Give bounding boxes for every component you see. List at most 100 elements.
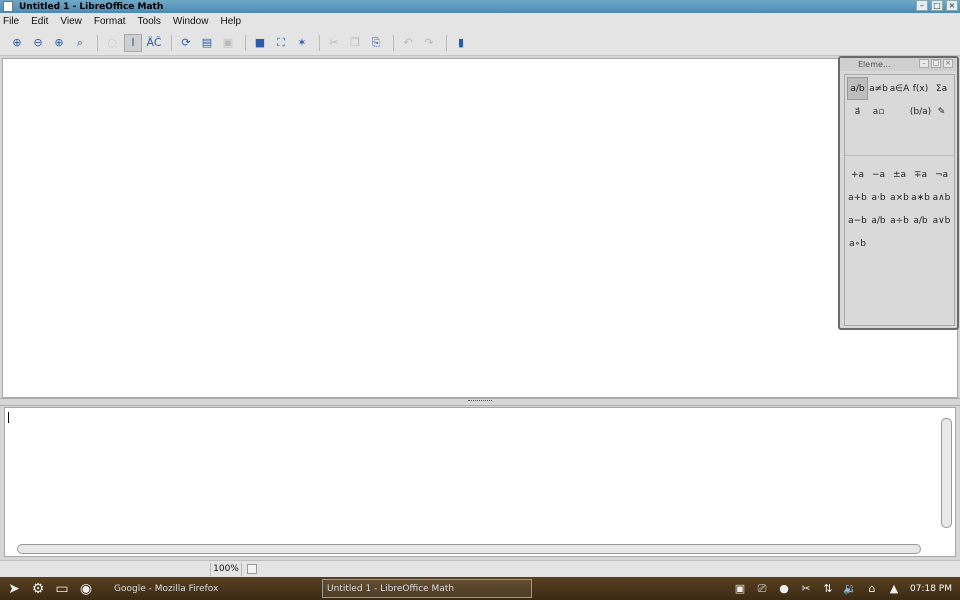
splitter[interactable] [0,398,960,406]
menu-edit[interactable]: Edit [31,16,48,27]
elements-window-controls: – □ × [919,59,953,68]
copy-icon[interactable]: ❐ [346,34,364,52]
status-green-icon[interactable]: ● [776,581,792,597]
help-icon[interactable]: ▮ [452,34,470,52]
paste-icon[interactable]: ⎘ [367,34,385,52]
document-icon [3,1,13,12]
element-category[interactable]: f(x) [910,77,931,100]
element-category[interactable]: a/b [847,77,868,100]
menu-bar: File Edit View Format Tools Window Help [0,13,960,30]
terminal-icon[interactable]: ▣ [732,581,748,597]
update-icon[interactable]: ◌ [103,34,121,52]
undo-icon[interactable]: ↶ [399,34,417,52]
window-title: Untitled 1 - LibreOffice Math [19,1,164,12]
elements-maximize-button[interactable]: □ [931,59,941,68]
elements-divider [845,155,954,156]
commands-window[interactable] [4,407,956,557]
element-symbol[interactable]: +a [847,163,868,186]
element-category[interactable]: ✎ [931,100,952,123]
horizontal-scrollbar[interactable] [17,544,921,554]
taskbar-task-firefox[interactable]: Google - Mozilla Firefox [110,579,310,598]
element-symbol[interactable]: a+b [847,186,868,209]
elements-minimize-button[interactable]: – [919,59,929,68]
elements-panel: Eleme... – □ × a/b a≠b a∈A f(x) Σa a⃗ a▫ (b/a) ✎… [838,56,959,330]
vertical-scrollbar[interactable] [941,418,952,528]
element-category[interactable]: a⃗ [847,100,868,123]
print-icon[interactable]: ▤ [198,34,216,52]
element-symbol[interactable]: a∧b [931,186,952,209]
element-category[interactable]: a▫ [868,100,889,123]
element-symbol[interactable]: a×b [889,186,910,209]
export-pdf-icon[interactable]: ⛶ [272,34,290,52]
symbol-grid: +a −a ±a ∓a ¬a a+b a·b a×b a∗b a∧b a−b a/b a÷b a/b a∨b… [847,163,954,255]
clipboard-icon[interactable]: ✂ [798,581,814,597]
menu-format[interactable]: Format [94,16,126,27]
element-symbol[interactable]: ¬a [931,163,952,186]
settings-gear-icon[interactable]: ⚙ [28,579,48,599]
formula-cursor-icon[interactable]: I [124,33,142,52]
element-symbol[interactable]: a/b [868,209,889,232]
redo-icon[interactable]: ↷ [420,34,438,52]
open-icon[interactable]: ⟳ [177,34,195,52]
menu-view[interactable]: View [60,16,82,27]
new-icon[interactable]: ✶ [293,34,311,52]
splitter-grip[interactable] [468,400,492,404]
element-category[interactable]: Σa [931,77,952,100]
element-symbol[interactable]: a/b [910,209,931,232]
formula-view[interactable] [2,58,958,398]
zoom-100-icon[interactable]: ⊕ [50,34,68,52]
volume-icon[interactable]: 🔉 [842,581,858,597]
text-cursor [8,412,9,423]
window-controls: – □ × [916,0,958,11]
maximize-button[interactable]: □ [931,0,943,11]
menu-tools[interactable]: Tools [138,16,161,27]
menu-window[interactable]: Window [173,16,209,27]
elements-title: Eleme... [858,60,891,69]
symbols-icon[interactable]: ÄČ [145,34,163,52]
network-icon[interactable]: ⇅ [820,581,836,597]
firefox-icon[interactable]: ◉ [76,579,96,599]
menu-file[interactable]: File [3,16,19,27]
expand-tray-icon[interactable]: ▲ [886,581,902,597]
cut-icon[interactable]: ✂ [325,34,343,52]
taskbar-task-label: Google - Mozilla Firefox [114,583,219,594]
taskbar-task-label: Untitled 1 - LibreOffice Math [327,583,455,594]
zoom-level[interactable]: 100% [210,563,242,576]
show-all-icon[interactable]: ⌕ [71,34,89,52]
element-symbol[interactable]: a÷b [889,209,910,232]
minimize-button[interactable]: – [916,0,928,11]
toolbar-separator [245,34,246,51]
element-category[interactable]: (b/a) [910,100,931,123]
clock[interactable]: 07:18 PM [910,584,952,594]
category-grid: a/b a≠b a∈A f(x) Σa a⃗ a▫ (b/a) ✎ [847,77,954,123]
zoom-in-icon[interactable]: ⊕ [8,34,26,52]
menu-help[interactable]: Help [220,16,241,27]
element-symbol[interactable]: ±a [889,163,910,186]
element-symbol[interactable]: −a [868,163,889,186]
taskbar-task-libreoffice[interactable]: Untitled 1 - LibreOffice Math [322,579,532,598]
elements-titlebar[interactable]: Eleme... – □ × [840,58,957,71]
element-symbol[interactable]: a∗b [910,186,931,209]
notifications-icon[interactable]: ⌂ [864,581,880,597]
zoom-out-icon[interactable]: ⊖ [29,34,47,52]
element-category[interactable]: a≠b [868,77,889,100]
edit-mode-icon[interactable]: ■ [251,34,269,52]
start-menu-icon[interactable]: ➤ [4,579,24,599]
save-icon[interactable]: ▣ [219,34,237,52]
element-symbol[interactable]: ∓a [910,163,931,186]
element-symbol[interactable]: a·b [868,186,889,209]
toolbar: ⊕ ⊖ ⊕ ⌕ ◌ I ÄČ ⟳ ▤ ▣ ■ ⛶ ✶ ✂ ❐ ⎘ ↶ ↷ ▮ [0,30,960,56]
title-bar: Untitled 1 - LibreOffice Math – □ × [0,0,960,13]
taskbar: ➤ ⚙ ▭ ◉ Google - Mozilla Firefox Untitle… [0,577,960,600]
folder-icon[interactable]: ▭ [52,579,72,599]
element-symbol[interactable]: a−b [847,209,868,232]
element-symbol[interactable]: a∨b [931,209,952,232]
elements-close-button[interactable]: × [943,59,953,68]
device-icon[interactable]: ⎚ [754,581,770,597]
toolbar-separator [97,34,98,51]
element-symbol[interactable]: a∘b [847,232,868,255]
element-category [889,100,910,123]
toolbar-separator [319,34,320,51]
close-button[interactable]: × [946,0,958,11]
element-category[interactable]: a∈A [889,77,910,100]
